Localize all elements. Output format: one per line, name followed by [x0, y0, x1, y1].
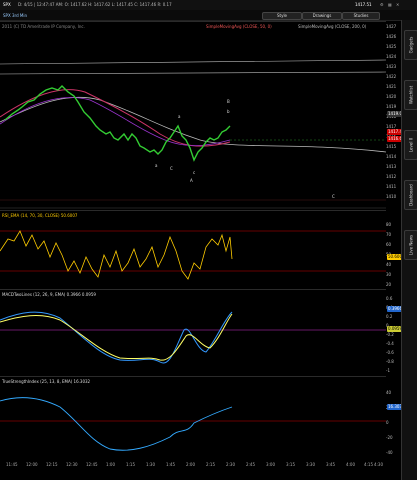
- rsi-chart[interactable]: [0, 211, 386, 289]
- wave-label: b: [227, 109, 230, 114]
- tsi-scale: 40 20 0 -20 -40: [386, 390, 393, 455]
- price-chart[interactable]: [0, 22, 386, 210]
- time-axis: 11:45 12:00 12:15 12:30 12:45 1:00 1:15 …: [6, 462, 383, 467]
- wave-label: a: [155, 163, 158, 168]
- symbol-label[interactable]: SPX: [3, 2, 11, 7]
- calendar-icon[interactable]: ▦: [388, 2, 392, 7]
- tab-dashboard[interactable]: Dashboard: [404, 180, 417, 210]
- tab-gadgets[interactable]: Gadgets: [404, 30, 417, 60]
- drawings-button[interactable]: Drawings: [302, 12, 342, 20]
- wave-label: c: [193, 170, 196, 175]
- rsi-panel[interactable]: RSI_EMA (14, 70, 30, CLOSE) 50.6007: [0, 210, 386, 289]
- quote-line: D: 4/15 | 12:47:47 AM: O: 1417.62 H: 141…: [18, 2, 172, 7]
- wave-label: C: [170, 166, 173, 171]
- wave-label: C: [332, 194, 335, 199]
- timeframe-label[interactable]: SPX 3rd Min: [3, 13, 27, 18]
- style-button[interactable]: Style: [262, 12, 302, 20]
- tab-watchlist[interactable]: Watchlist: [404, 80, 417, 110]
- right-sidebar: Gadgets Watchlist Level II Dashboard Liv…: [401, 20, 417, 480]
- studies-button[interactable]: Studies: [342, 12, 380, 20]
- rsi-scale: 80 70 60 50 40 30 20: [386, 222, 392, 287]
- gear-icon[interactable]: ⚙: [380, 2, 384, 7]
- price-panel[interactable]: 2011 (C) TD Ameritrade IP Company, Inc. …: [0, 21, 386, 210]
- tsi-panel[interactable]: TrueStrengthIndex (25, 13, 8, EMA) 16.30…: [0, 376, 386, 461]
- wave-label: a: [178, 114, 181, 119]
- chart-toolbar: SPX 3rd Min Style Drawings Studies: [0, 10, 417, 21]
- tab-level2[interactable]: Level II: [404, 130, 417, 160]
- tab-live-news[interactable]: Live News: [404, 230, 417, 260]
- macd-chart[interactable]: [0, 290, 386, 376]
- tsi-chart[interactable]: [0, 377, 386, 461]
- close-icon[interactable]: ✕: [396, 2, 399, 7]
- macd-panel[interactable]: MACDTwoLines (12, 26, 9, EMA) 0.3966 0.0…: [0, 289, 386, 376]
- wave-label: B: [227, 99, 230, 104]
- wave-label: A: [190, 178, 193, 183]
- last-price: 1417.51: [355, 2, 372, 7]
